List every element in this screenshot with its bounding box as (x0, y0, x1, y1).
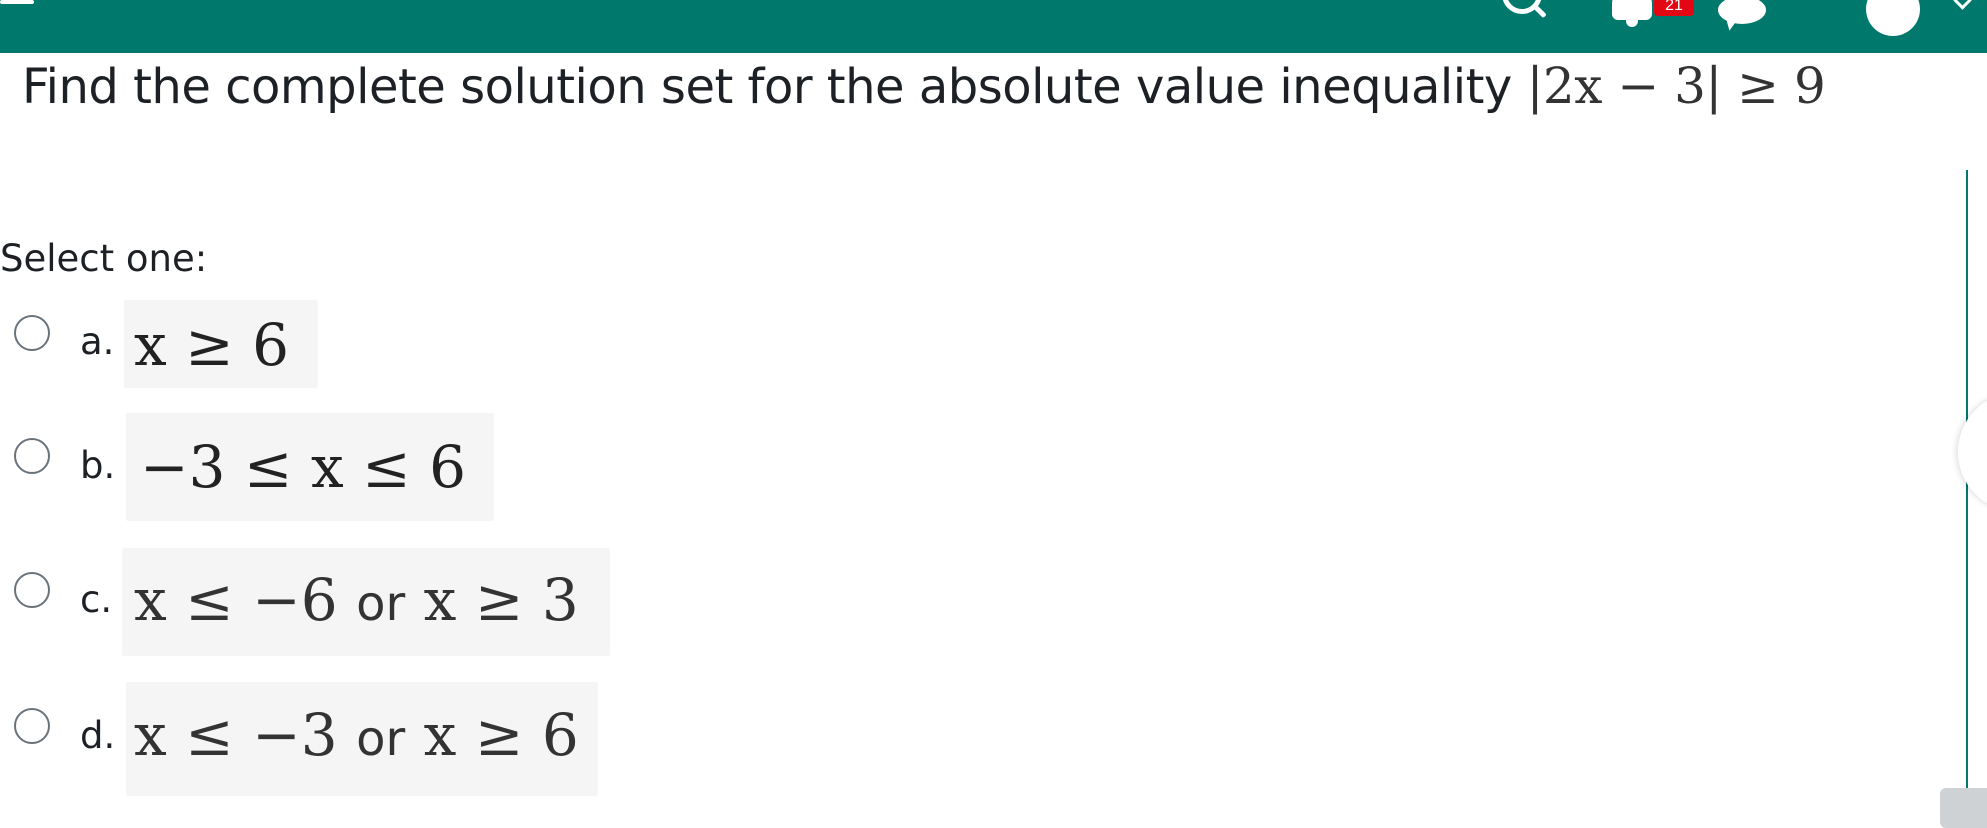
option-d-letter: d. (80, 714, 116, 757)
option-c-letter: c. (80, 578, 113, 621)
option-d-answer-part2: x ≥ 6 (423, 701, 579, 769)
radio-option-a[interactable] (14, 315, 50, 351)
right-panel-border (1966, 170, 1968, 819)
bell-icon[interactable] (1612, 0, 1652, 27)
radio-option-b[interactable] (14, 438, 50, 474)
option-d-or: or (356, 711, 406, 767)
option-c-answer-part1: x ≤ −6 (134, 566, 338, 634)
radio-option-c[interactable] (14, 572, 50, 608)
question-text: Find the complete solution set for the a… (22, 54, 1826, 119)
question-math: |2x − 3| ≥ 9 (1526, 57, 1826, 115)
chat-icon[interactable] (1718, 0, 1766, 24)
menu-icon[interactable] (0, 0, 38, 10)
option-b-answer: −3 ≤ x ≤ 6 (140, 433, 467, 501)
avatar[interactable] (1866, 0, 1920, 36)
option-a-letter: a. (80, 320, 115, 363)
option-a-answer: x ≥ 6 (134, 311, 290, 379)
top-navbar: 21 (0, 0, 1987, 53)
option-b-letter: b. (80, 444, 116, 487)
radio-option-d[interactable] (14, 708, 50, 744)
search-icon[interactable] (1502, 0, 1542, 14)
option-d-answer-part1: x ≤ −3 (134, 701, 338, 769)
caret-down-icon[interactable] (1953, 0, 1972, 10)
question-prompt: Find the complete solution set for the a… (22, 59, 1527, 115)
notification-badge: 21 (1654, 0, 1694, 16)
option-c-answer-part2: x ≥ 3 (423, 566, 579, 634)
option-d-answer: x ≤ −3 or x ≥ 6 (134, 700, 579, 774)
option-c-answer: x ≤ −6 or x ≥ 3 (134, 565, 579, 639)
select-one-label: Select one: (0, 237, 208, 280)
drawer-toggle-tab[interactable] (1958, 392, 1987, 512)
option-c-or: or (356, 576, 406, 632)
scrollbar-thumb[interactable] (1940, 788, 1987, 828)
